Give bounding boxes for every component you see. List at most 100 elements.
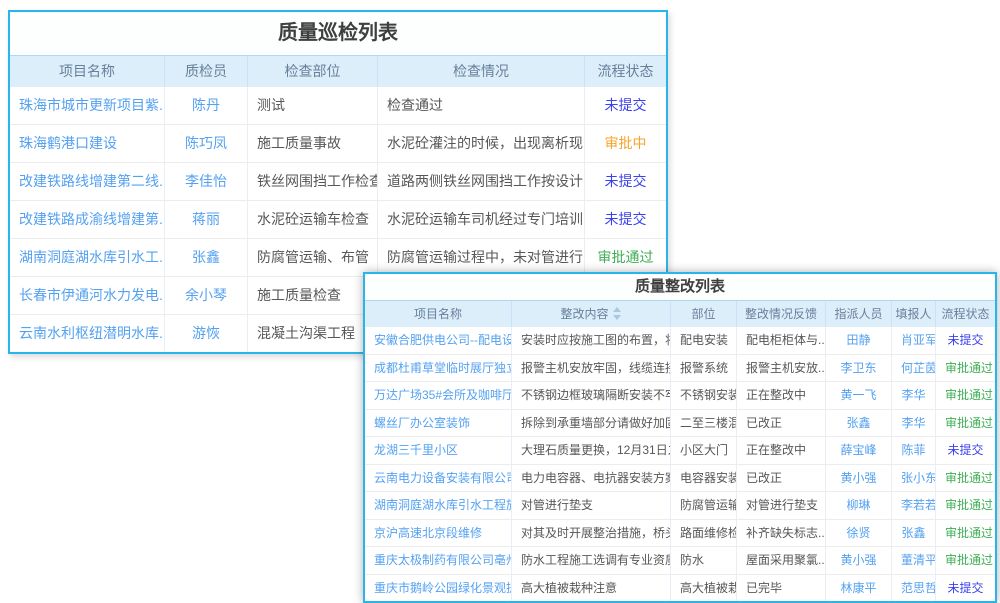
project-name-cell-link[interactable]: 改建铁路线增建第二线... (19, 173, 165, 189)
project-name-cell-link[interactable]: 湖南洞庭湖水库引水工程施工标 (374, 498, 512, 512)
project-name-cell-link[interactable]: 云南电力设备安装有限公司20... (374, 471, 512, 485)
project-name-cell: 龙湖三千里小区 (365, 437, 512, 464)
project-name-cell-link[interactable]: 重庆太极制药有限公司亳州中... (374, 553, 512, 567)
inspection-situation-cell: 道路两侧铁丝网围挡工作按设计... (378, 163, 585, 200)
reporter-cell-link[interactable]: 董清平 (901, 553, 936, 567)
assignee-cell-link[interactable]: 黄一飞 (840, 388, 876, 402)
status-cell: 未提交 (936, 575, 995, 602)
inspector-cell-link[interactable]: 游恢 (192, 325, 220, 341)
reporter-cell: 李华 (892, 382, 936, 409)
inspection-situation-cell: 水泥砼灌注的时候，出现离析现象 (378, 125, 585, 162)
assignee-cell-link[interactable]: 徐贤 (846, 526, 870, 540)
inspection-part-cell: 水泥砼运输车检查 (248, 201, 378, 238)
inspector-cell-link[interactable]: 陈巧凤 (185, 135, 227, 151)
project-name-cell-link[interactable]: 万达广场35#会所及咖啡厅空... (374, 388, 512, 402)
project-name-cell: 珠海鹤港口建设 (10, 125, 165, 162)
assignee-cell-link[interactable]: 柳琳 (846, 498, 870, 512)
inspection-situation-cell: 水泥砼运输车司机经过专门培训... (378, 201, 585, 238)
column-header-label: 部位 (691, 307, 715, 321)
reporter-cell-link[interactable]: 肖亚军 (901, 333, 936, 347)
table-row: 万达广场35#会所及咖啡厅空...不锈钢边框玻璃隔断安装不牢...不锈钢安装..… (365, 381, 995, 409)
table-row: 改建铁路成渝线增建第... 蒋丽 水泥砼运输车检查水泥砼运输车司机经过专门培训...… (10, 200, 666, 238)
project-name-cell-link[interactable]: 湖南洞庭湖水库引水工... (19, 249, 165, 265)
status-cell: 审批通过 (936, 355, 995, 382)
project-name-cell-link[interactable]: 云南水利枢纽潜明水库... (19, 325, 165, 341)
assignee-cell: 李卫东 (826, 355, 892, 382)
inspection-part-cell: 防腐管运输、布管 (248, 239, 378, 276)
project-name-cell-link[interactable]: 京沪高速北京段维修 (374, 526, 482, 540)
status-cell: 审批通过 (936, 410, 995, 437)
inspector-cell-link[interactable]: 李佳怡 (185, 173, 227, 189)
table-row: 螺丝厂办公室装饰拆除到承重墙部分请做好加固...二至三楼混...已改正张鑫李华审… (365, 409, 995, 437)
project-name-cell-link[interactable]: 改建铁路成渝线增建第... (19, 211, 165, 227)
assignee-cell: 徐贤 (826, 520, 892, 547)
feedback-cell: 配电柜柜体与... (737, 327, 826, 354)
sort-icon[interactable] (613, 307, 622, 320)
column-header-label: 项目名称 (414, 307, 462, 321)
rectification-table-body: 安徽合肥供电公司--配电设备...安装时应按施工图的布置，将...配电安装配电柜… (365, 327, 995, 601)
assignee-cell-link[interactable]: 张鑫 (846, 416, 870, 430)
assignee-cell-link[interactable]: 林康平 (840, 581, 876, 595)
column-header-label: 整改内容 (560, 307, 608, 321)
inspector-cell-link[interactable]: 陈丹 (192, 97, 220, 113)
column-header-feedback: 整改情况反馈 (737, 301, 826, 327)
reporter-cell-link[interactable]: 李华 (901, 416, 925, 430)
part-cell: 防腐管运输... (671, 492, 737, 519)
inspector-cell: 陈巧凤 (165, 125, 248, 162)
column-header-situation: 检查情况 (378, 56, 585, 87)
project-name-cell-link[interactable]: 螺丝厂办公室装饰 (374, 416, 470, 430)
column-header-label: 检查情况 (453, 63, 509, 79)
status-cell: 审批通过 (585, 239, 666, 276)
inspector-cell-link[interactable]: 蒋丽 (192, 211, 220, 227)
project-name-cell-link[interactable]: 珠海鹤港口建设 (19, 135, 117, 151)
table-row: 珠海鹤港口建设陈巧凤施工质量事故水泥砼灌注的时候，出现离析现象审批中 (10, 124, 666, 162)
assignee-cell: 黄小强 (826, 465, 892, 492)
project-name-cell-link[interactable]: 龙湖三千里小区 (374, 443, 458, 457)
project-name-cell: 重庆太极制药有限公司亳州中... (365, 547, 512, 574)
reporter-cell-link[interactable]: 张小东 (901, 471, 936, 485)
reporter-cell-link[interactable]: 张鑫 (901, 526, 925, 540)
table-row: 成都杜甫草堂临时展厅独立展...报警主机安放牢固，线缆连接...报警系统报警主机… (365, 354, 995, 382)
assignee-cell-link[interactable]: 李卫东 (840, 361, 876, 375)
reporter-cell: 何芷茵 (892, 355, 936, 382)
rectification-table-header: 项目名称整改内容部位整改情况反馈指派人员填报人流程状态 (365, 301, 995, 327)
feedback-cell: 已改正 (737, 410, 826, 437)
reporter-cell-link[interactable]: 范思哲 (901, 581, 936, 595)
feedback-cell: 屋面采用聚氯... (737, 547, 826, 574)
rectification-table: 质量整改列表 项目名称整改内容部位整改情况反馈指派人员填报人流程状态 安徽合肥供… (363, 272, 997, 603)
project-name-cell-link[interactable]: 长春市伊通河水力发电... (19, 287, 165, 303)
feedback-cell: 已完毕 (737, 575, 826, 602)
project-name-cell: 珠海市城市更新项目紫... (10, 87, 165, 124)
project-name-cell: 湖南洞庭湖水库引水工... (10, 239, 165, 276)
part-cell: 小区大门 (671, 437, 737, 464)
reporter-cell-link[interactable]: 李华 (901, 388, 925, 402)
project-name-cell: 万达广场35#会所及咖啡厅空... (365, 382, 512, 409)
assignee-cell-link[interactable]: 黄小强 (840, 471, 876, 485)
table-row: 重庆市鹅岭公园绿化景观提升...高大植被栽种注意高大植被栽种已完毕林康平范思哲未… (365, 574, 995, 602)
assignee-cell-link[interactable]: 薛宝峰 (840, 443, 876, 457)
column-header-label: 整改情况反馈 (745, 307, 817, 321)
assignee-cell: 黄小强 (826, 547, 892, 574)
column-header-label: 检查部位 (285, 63, 341, 79)
project-name-cell-link[interactable]: 安徽合肥供电公司--配电设备... (374, 333, 512, 347)
inspection-part-cell: 铁丝网围挡工作检查 (248, 163, 378, 200)
project-name-cell-link[interactable]: 珠海市城市更新项目紫... (19, 97, 165, 113)
assignee-cell-link[interactable]: 田静 (846, 333, 870, 347)
project-name-cell-link[interactable]: 成都杜甫草堂临时展厅独立展... (374, 361, 512, 375)
column-header-content: 整改内容 (512, 301, 671, 327)
inspector-cell-link[interactable]: 余小琴 (185, 287, 227, 303)
reporter-cell-link[interactable]: 陈菲 (901, 443, 925, 457)
rectify-content-cell: 对其及时开展整治措施，桥头... (512, 520, 671, 547)
inspector-cell-link[interactable]: 张鑫 (192, 249, 220, 265)
table-row: 湖南洞庭湖水库引水工...张鑫防腐管运输、布管防腐管运输过程中，未对管进行...… (10, 238, 666, 276)
project-name-cell-link[interactable]: 重庆市鹅岭公园绿化景观提升... (374, 581, 512, 595)
rectify-content-cell: 报警主机安放牢固，线缆连接... (512, 355, 671, 382)
reporter-cell: 肖亚军 (892, 327, 936, 354)
assignee-cell-link[interactable]: 黄小强 (840, 553, 876, 567)
reporter-cell-link[interactable]: 李若若 (901, 498, 936, 512)
column-header-project: 项目名称 (10, 56, 165, 87)
reporter-cell: 陈菲 (892, 437, 936, 464)
reporter-cell-link[interactable]: 何芷茵 (901, 361, 936, 375)
part-cell: 不锈钢安装... (671, 382, 737, 409)
inspector-cell: 陈丹 (165, 87, 248, 124)
